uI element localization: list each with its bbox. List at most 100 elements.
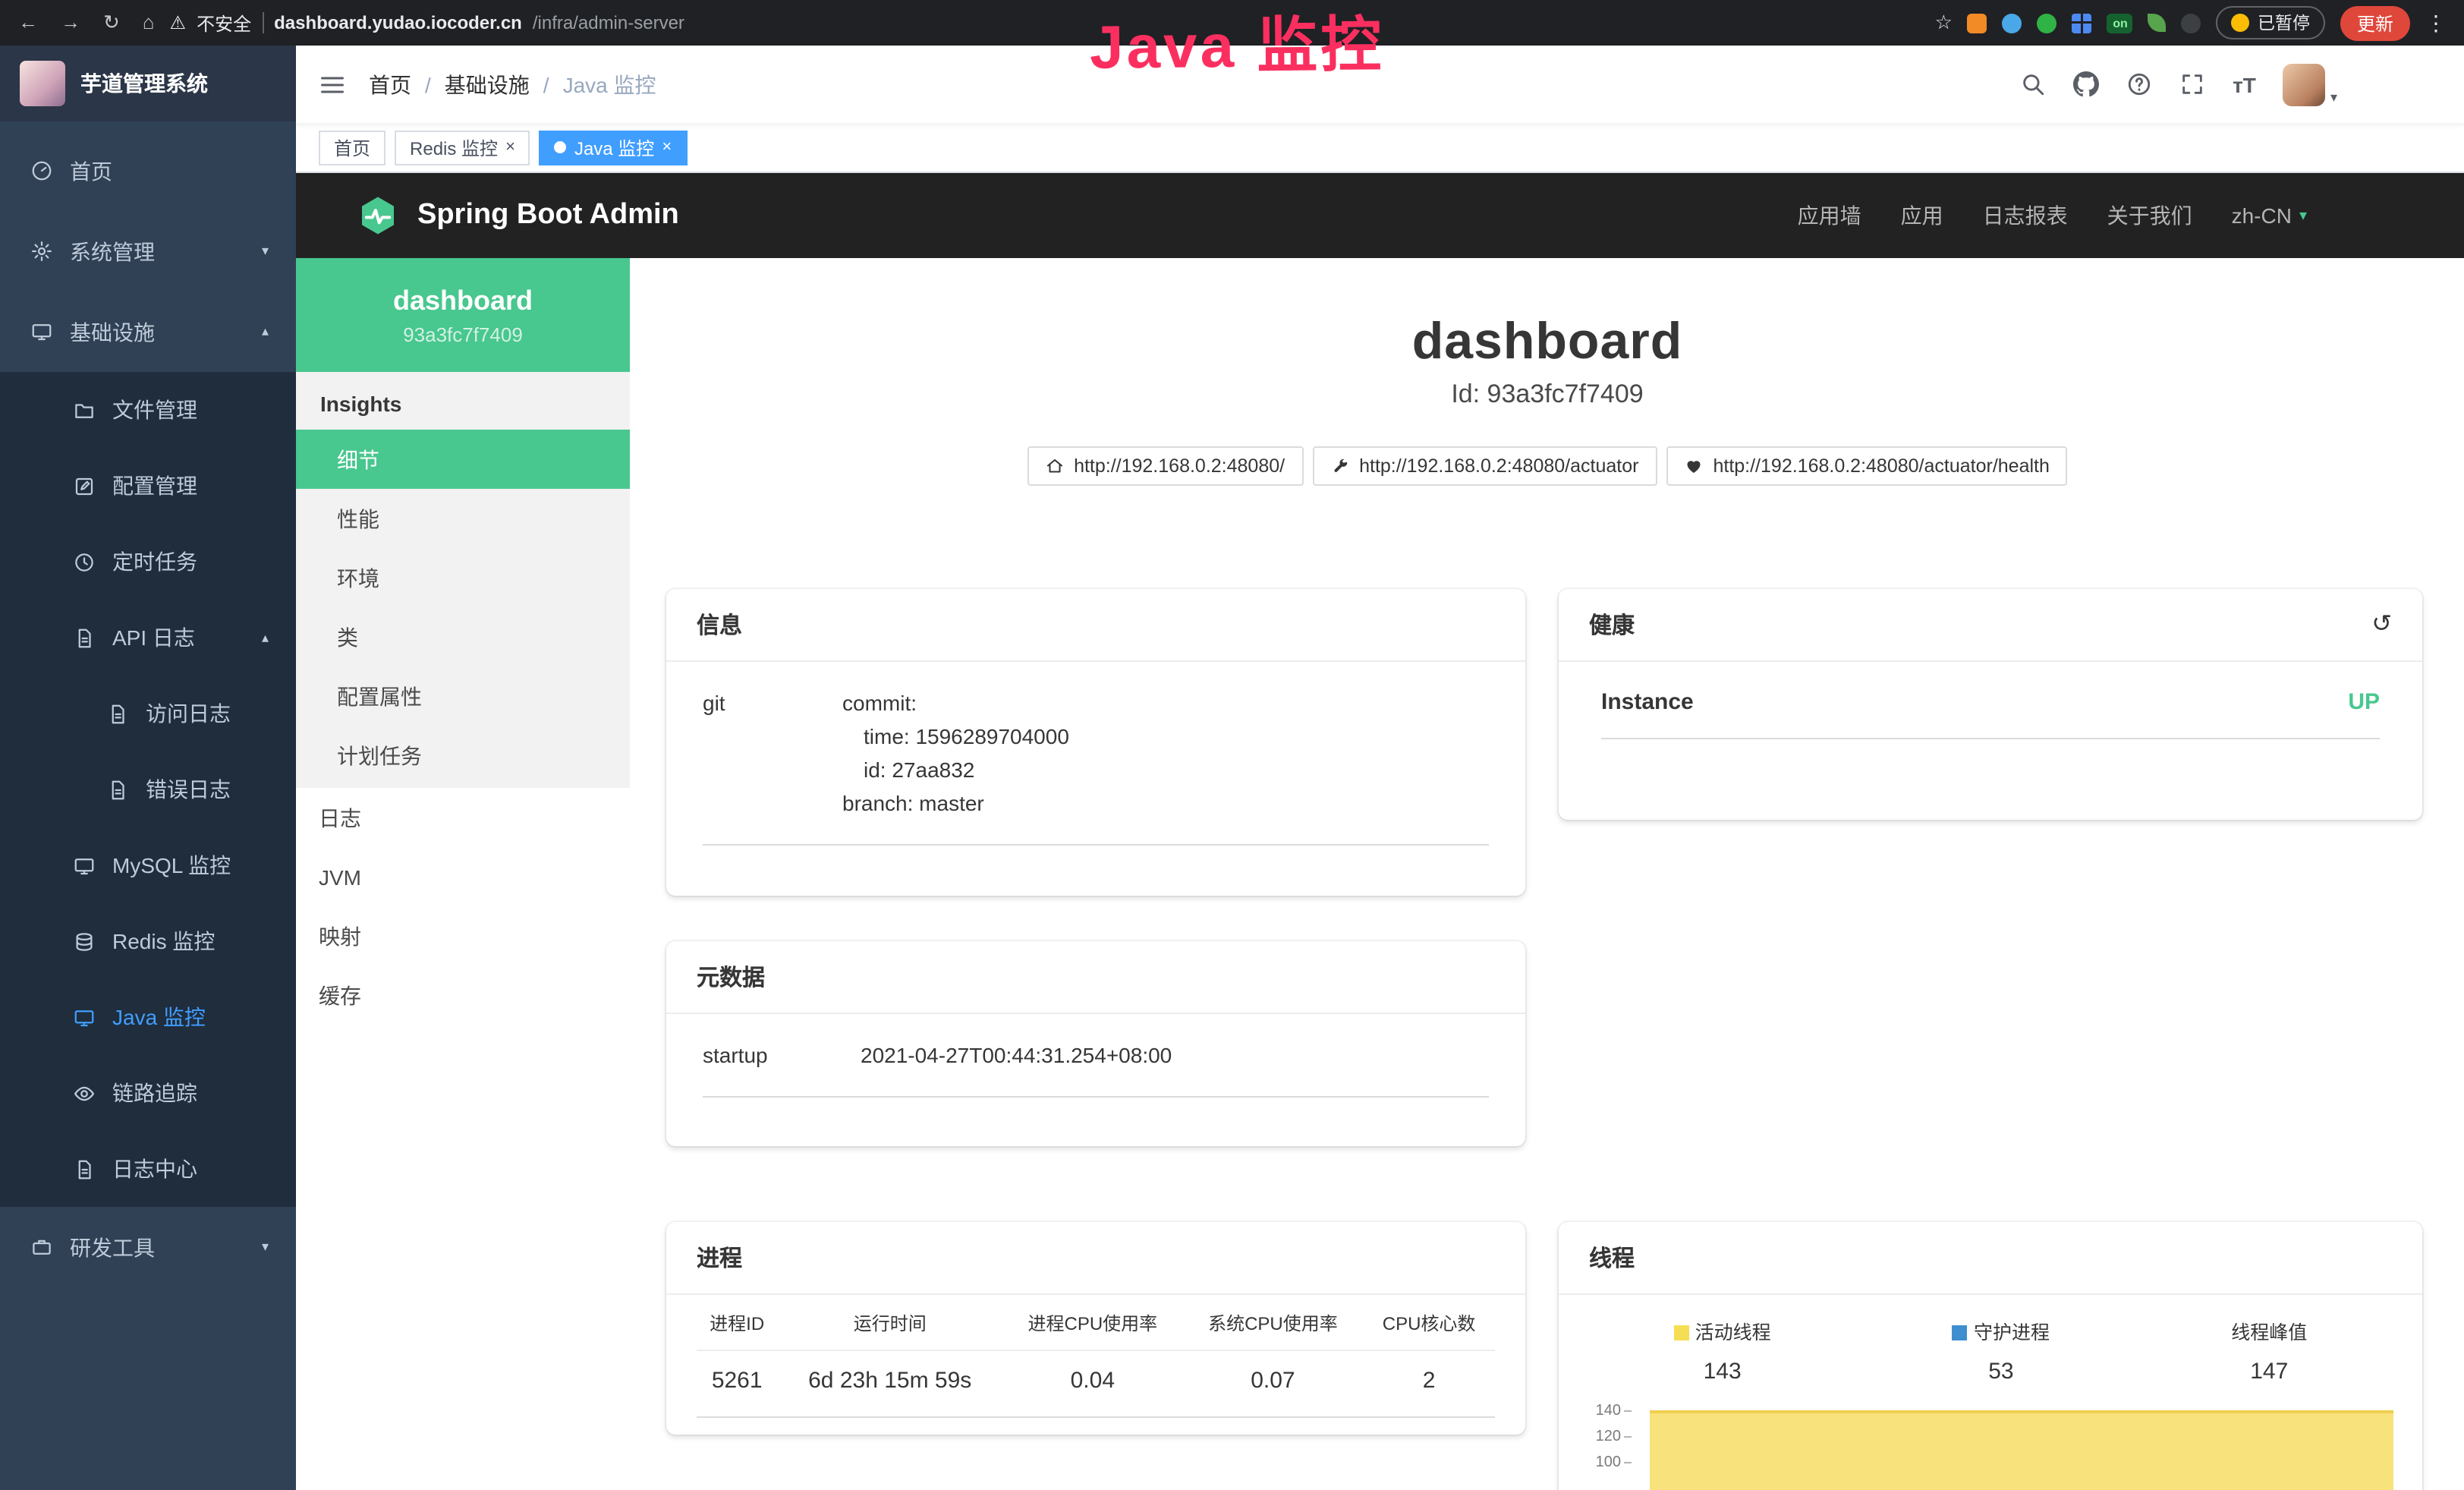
instance-actuator-link[interactable]: http://192.168.0.2:48080/actuator	[1312, 446, 1657, 486]
sba-locale-select[interactable]: zh-CN ▾	[2232, 203, 2307, 228]
sidebar-item-redis-monitor[interactable]: Redis 监控	[0, 903, 296, 979]
instance-health-link[interactable]: http://192.168.0.2:48080/actuator/health	[1666, 446, 2067, 486]
sidebar-item-config-mgmt[interactable]: 配置管理	[0, 448, 296, 524]
legend-value: 147	[2231, 1359, 2307, 1384]
help-icon[interactable]	[2126, 71, 2152, 97]
extension-icon-drop[interactable]	[2003, 13, 2022, 33]
menu-item-classes[interactable]: 类	[296, 607, 630, 666]
instance-root-link[interactable]: http://192.168.0.2:48080/	[1027, 446, 1303, 486]
legend-live-threads: 活动线程 143	[1674, 1316, 1771, 1384]
threads-chart: 140 120 100	[1583, 1403, 2398, 1490]
browser-home-icon[interactable]: ⌂	[143, 11, 155, 35]
sidebar-item-log-center[interactable]: 日志中心	[0, 1131, 296, 1207]
menu-item-environment[interactable]: 环境	[296, 548, 630, 607]
breadcrumb-current: Java 监控	[563, 69, 656, 99]
tag-redis-monitor[interactable]: Redis 监控 ×	[395, 130, 530, 165]
git-branch-line: branch: master	[842, 786, 1069, 820]
app-logo-image	[20, 61, 65, 106]
card-title: 信息	[697, 609, 742, 641]
sidebar-item-access-logs[interactable]: 访问日志	[0, 676, 296, 751]
sidebar-item-cron-jobs[interactable]: 定时任务	[0, 524, 296, 600]
y-axis-tick: 120	[1592, 1429, 1632, 1445]
history-icon[interactable]: ↺	[2371, 613, 2392, 637]
sidebar-item-tracing[interactable]: 链路追踪	[0, 1055, 296, 1131]
metadata-card: 元数据 startup 2021-04-27T00:44:31.254+08:0…	[666, 941, 1525, 1146]
process-col-label: CPU核心数	[1363, 1304, 1495, 1350]
extension-icon-dark[interactable]	[2182, 13, 2201, 33]
menu-item-caches[interactable]: 缓存	[296, 966, 630, 1025]
menu-item-logs[interactable]: 日志	[296, 788, 630, 847]
sidebar-item-label: MySQL 监控	[112, 850, 231, 880]
browser-menu-icon[interactable]: ⋮	[2425, 10, 2447, 36]
sidebar-item-system-mgmt[interactable]: 系统管理 ▾	[0, 211, 296, 291]
instance-id: 93a3fc7f7409	[403, 323, 523, 345]
eye-icon	[73, 1082, 96, 1104]
gear-icon	[30, 240, 53, 263]
bookmark-star-icon[interactable]: ☆	[1935, 11, 1953, 35]
instance-header[interactable]: dashboard 93a3fc7f7409	[296, 258, 630, 372]
sidebar-item-label: 基础设施	[70, 317, 155, 347]
sidebar-item-dev-tools[interactable]: 研发工具 ▾	[0, 1207, 296, 1287]
extension-icon-grid[interactable]	[2072, 13, 2092, 33]
tag-label: 首页	[334, 134, 370, 160]
hamburger-icon[interactable]	[319, 71, 346, 98]
paused-badge[interactable]: 已暂停	[2217, 6, 2325, 39]
sidebar-item-label: Java 监控	[112, 1002, 206, 1032]
card-title: 元数据	[697, 961, 765, 993]
legend-swatch-yellow	[1674, 1325, 1689, 1340]
sba-brand[interactable]: Spring Boot Admin	[417, 199, 679, 232]
sidebar-item-java-monitor[interactable]: Java 监控	[0, 979, 296, 1055]
tag-java-monitor[interactable]: Java 监控 ×	[540, 130, 687, 165]
app-logo[interactable]: 芋道管理系统	[0, 46, 296, 121]
caret-down-icon: ▾	[2330, 89, 2337, 106]
menu-item-jvm[interactable]: JVM	[296, 847, 630, 906]
chevron-down-icon: ▾	[2299, 207, 2307, 224]
sba-nav-journal[interactable]: 日志报表	[1983, 200, 2068, 231]
extension-icon-leaf[interactable]	[2148, 14, 2167, 32]
menu-item-details[interactable]: 细节	[296, 430, 630, 489]
legend-swatch-blue	[1953, 1325, 1968, 1340]
github-icon[interactable]	[2073, 71, 2099, 97]
menu-item-performance[interactable]: 性能	[296, 489, 630, 548]
sidebar-item-label: 错误日志	[146, 774, 231, 805]
spring-boot-admin-logo-icon[interactable]	[357, 194, 399, 237]
url-host: dashboard.yudao.iocoder.cn	[274, 12, 522, 33]
sba-nav-about[interactable]: 关于我们	[2107, 200, 2192, 231]
sidebar-item-api-logs[interactable]: API 日志 ▴	[0, 600, 296, 676]
gauge-icon	[30, 159, 53, 182]
sba-sidebar: dashboard 93a3fc7f7409 Insights 细节 性能 环境…	[296, 258, 630, 1490]
menu-item-mappings[interactable]: 映射	[296, 906, 630, 966]
page-subtitle: Id: 93a3fc7f7409	[630, 380, 2464, 410]
sba-nav-wallboard[interactable]: 应用墙	[1798, 200, 1861, 231]
extension-icon-green-circle[interactable]	[2038, 13, 2057, 33]
health-instance-label[interactable]: Instance	[1601, 689, 1694, 715]
sidebar-item-mysql-monitor[interactable]: MySQL 监控	[0, 827, 296, 903]
extension-icon-on-badge[interactable]: on	[2107, 13, 2133, 33]
close-icon[interactable]: ×	[662, 139, 672, 156]
breadcrumb-home[interactable]: 首页	[369, 69, 411, 99]
sidebar-item-error-logs[interactable]: 错误日志	[0, 751, 296, 827]
app-title: 芋道管理系统	[80, 68, 208, 99]
font-size-icon[interactable]: тT	[2233, 72, 2256, 96]
sidebar-item-home[interactable]: 首页	[0, 131, 296, 211]
extension-icon-orange[interactable]	[1968, 13, 1987, 33]
menu-item-scheduled-tasks[interactable]: 计划任务	[296, 726, 630, 785]
back-icon[interactable]: ←	[18, 11, 38, 35]
sidebar-item-file-mgmt[interactable]: 文件管理	[0, 372, 296, 448]
search-icon[interactable]	[2020, 71, 2046, 97]
legend-peak-threads: 线程峰值 147	[2231, 1316, 2307, 1384]
sidebar-item-infrastructure[interactable]: 基础设施 ▴	[0, 291, 296, 372]
tag-home[interactable]: 首页	[319, 130, 385, 165]
user-menu[interactable]: ▾	[2283, 63, 2337, 106]
menu-item-config-properties[interactable]: 配置属性	[296, 666, 630, 726]
chevron-up-icon: ▴	[262, 323, 269, 340]
fullscreen-icon[interactable]	[2179, 71, 2205, 97]
update-button[interactable]: 更新	[2340, 5, 2410, 40]
address-bar[interactable]: ⚠ 不安全 dashboard.yudao.iocoder.cn/infra/a…	[170, 10, 684, 36]
sba-nav-applications[interactable]: 应用	[1901, 200, 1943, 231]
close-icon[interactable]: ×	[505, 139, 515, 156]
process-col-label: 系统CPU使用率	[1183, 1304, 1364, 1350]
reload-icon[interactable]: ↻	[103, 11, 120, 35]
breadcrumb-infrastructure[interactable]: 基础设施	[445, 69, 530, 99]
forward-icon[interactable]: →	[61, 11, 80, 35]
